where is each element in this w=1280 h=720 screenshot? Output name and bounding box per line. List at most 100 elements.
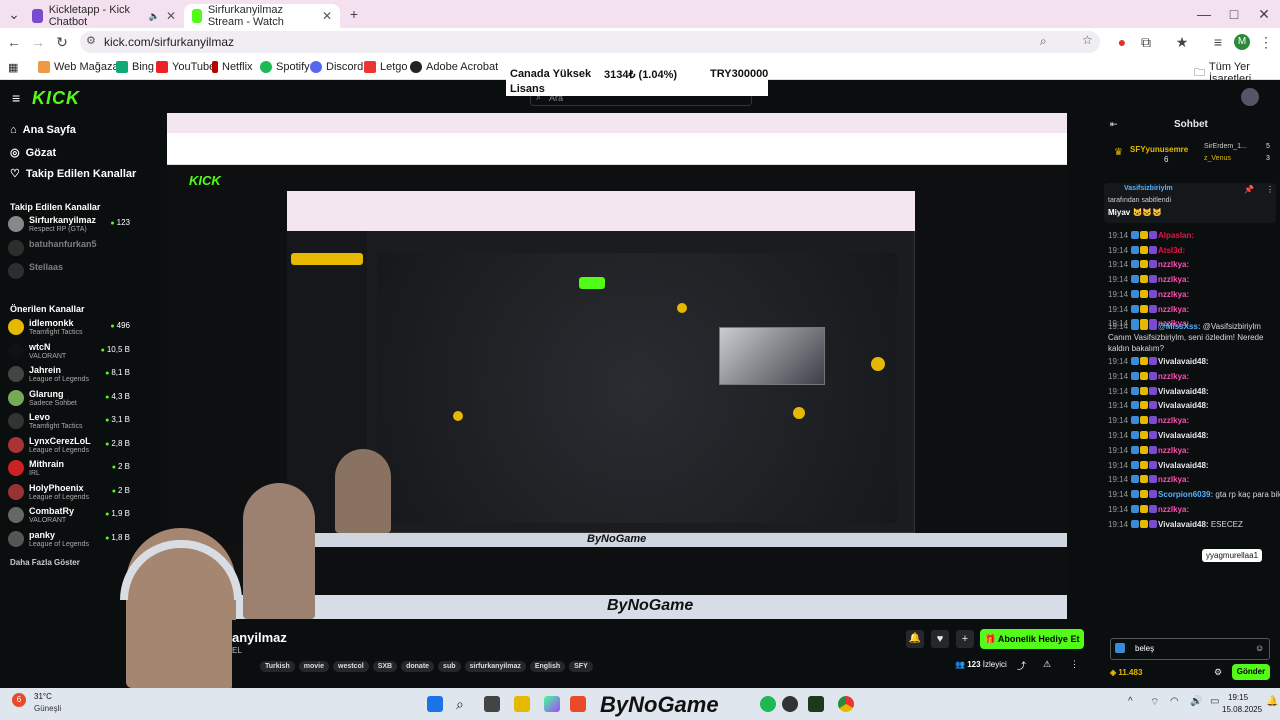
channel-item[interactable]: LevoTeamfight Tactics 3,1 B	[8, 411, 130, 433]
channel-item[interactable]: SirfurkanyilmazRespect RP (GTA) 123	[8, 214, 130, 236]
tab-kicklet[interactable]: Kickletapp - Kick Chatbot 🔈 ✕	[24, 4, 184, 28]
puzzle-icon[interactable]: ⧉	[1138, 34, 1154, 50]
copilot-icon[interactable]	[544, 696, 560, 712]
stream-tag[interactable]: SFY	[569, 661, 593, 672]
pin-icon[interactable]: 📌	[1244, 185, 1254, 194]
stream-tag[interactable]: donate	[401, 661, 435, 672]
channel-item[interactable]: MithrainIRL 2 B	[8, 458, 130, 480]
nav-following[interactable]: ♡ Takip Edilen Kanallar	[10, 167, 136, 181]
message-user[interactable]: nzzlkya:	[1158, 372, 1189, 381]
message-user[interactable]: nzzlkya:	[1158, 305, 1189, 314]
stream-tag[interactable]: Turkish	[260, 661, 295, 672]
message-user[interactable]: nzzlkya:	[1158, 475, 1189, 484]
channel-item[interactable]: HolyPhoenixLeague of Legends 2 B	[8, 482, 130, 504]
wifi-icon[interactable]: ◠	[1170, 696, 1179, 707]
chat-message[interactable]: 19:14 Alpaslan:	[1108, 231, 1194, 240]
message-user[interactable]: nzzlkya:	[1158, 505, 1189, 514]
send-button[interactable]: Gönder	[1232, 664, 1270, 680]
clock-date[interactable]: 15.08.2025	[1222, 705, 1262, 714]
app-icon[interactable]	[570, 696, 586, 712]
apps-icon[interactable]: ▦	[8, 61, 18, 74]
bookmark-bing[interactable]: Bing	[116, 61, 154, 73]
message-user[interactable]: nzzlkya:	[1158, 260, 1189, 269]
channel-item[interactable]: wtcNVALORANT 10,5 B	[8, 341, 130, 363]
bookmark-star-icon[interactable]: ★	[1174, 34, 1190, 50]
site-info-icon[interactable]: ⚙	[86, 34, 96, 47]
bookmark-youtube[interactable]: YouTube	[156, 61, 215, 73]
zoom-icon[interactable]: ⌕	[1040, 34, 1047, 49]
chat-settings-icon[interactable]: ⚙	[1214, 667, 1222, 678]
channel-item[interactable]: Stellaas	[8, 261, 130, 283]
clock-time[interactable]: 19:15	[1228, 693, 1248, 702]
close-window-icon[interactable]: ✕	[1256, 6, 1272, 22]
game-taskbar-icon[interactable]	[782, 696, 798, 712]
tab-menu-icon[interactable]: ⌄	[6, 6, 22, 22]
battery-icon[interactable]: ▭	[1210, 696, 1219, 707]
network-icon[interactable]: ⌔	[1150, 696, 1159, 709]
message-user[interactable]: nzzlkya:	[1158, 275, 1189, 284]
video-player[interactable]: KICK KICKLET ByNoGame ByNoGame	[167, 113, 1067, 619]
stream-tag[interactable]: westcol	[333, 661, 369, 672]
minimize-icon[interactable]: —	[1196, 6, 1212, 22]
pinned-more-icon[interactable]: ⋮	[1266, 185, 1274, 194]
chat-message[interactable]: 19:14 nzzlkya:	[1108, 304, 1189, 314]
reload-icon[interactable]: ↻	[54, 34, 70, 50]
user-avatar[interactable]	[1241, 88, 1259, 106]
star-icon[interactable]: ☆	[1082, 33, 1093, 47]
bell-icon[interactable]: 🔔	[906, 630, 924, 648]
chat-message[interactable]: 19:14 Vivalavaid48:	[1108, 357, 1209, 366]
chat-message[interactable]: 19:14 Vivalavaid48:	[1108, 401, 1209, 410]
reading-list-icon[interactable]: ≡	[1210, 34, 1226, 50]
tray-chevron-icon[interactable]: ^	[1128, 696, 1133, 707]
profile-avatar[interactable]: M	[1234, 34, 1250, 50]
nav-browse[interactable]: ◎ Gözat	[10, 146, 56, 160]
channel-item[interactable]: GlarungSadece Sohbet 4,3 B	[8, 388, 130, 410]
notification-bell-icon[interactable]: 🔔	[1266, 696, 1278, 707]
message-user[interactable]: nzzlkya:	[1158, 290, 1189, 299]
report-icon[interactable]: ⚠	[1043, 659, 1051, 670]
search-taskbar-icon[interactable]: ⌕	[456, 696, 472, 712]
chat-message[interactable]: 19:14 @MissXss: @Vasifsizbiriylm Canım Va…	[1108, 321, 1276, 354]
message-user[interactable]: nzzlkya:	[1158, 416, 1189, 425]
chat-message[interactable]: 19:14 Vivalavaid48:	[1108, 431, 1209, 440]
kebab-menu-icon[interactable]: ⋮	[1258, 34, 1274, 50]
chat-message[interactable]: 19:14 Vivalavaid48:	[1108, 460, 1209, 470]
bookmark-acrobat[interactable]: Adobe Acrobat	[410, 61, 498, 73]
bookmark-letgo[interactable]: Letgo	[364, 61, 408, 73]
close-tab-icon[interactable]: ✕	[322, 9, 332, 23]
stream-tag[interactable]: sirfurkanyilmaz	[464, 661, 526, 672]
message-user[interactable]: Vivalavaid48:	[1158, 431, 1209, 440]
message-user[interactable]: Vivalavaid48:	[1158, 461, 1209, 470]
emote-icon[interactable]	[1115, 643, 1125, 653]
stream-tag[interactable]: sub	[438, 661, 461, 672]
show-more-button[interactable]: Daha Fazla Göster	[10, 558, 80, 567]
chat-message[interactable]: 19:14 Atsl3d:	[1108, 245, 1185, 255]
chat-message[interactable]: 19:14 Vivalavaid48:	[1108, 386, 1209, 396]
chat-message[interactable]: 19:14 nzzlkya:	[1108, 445, 1189, 455]
emoji-icon[interactable]: ☺	[1255, 643, 1264, 653]
tab-kick-stream[interactable]: Sirfurkanyilmaz Stream - Watch ✕	[184, 4, 340, 28]
channel-item[interactable]: CombatRyVALORANT 1,9 B	[8, 505, 130, 527]
file-explorer-icon[interactable]	[514, 696, 530, 712]
chat-message[interactable]: 19:14 Scorpion6039: gta rp kaç para bilen…	[1108, 490, 1280, 499]
stream-tag[interactable]: movie	[298, 661, 329, 672]
terminal-taskbar-icon[interactable]	[808, 696, 824, 712]
gift-subscription-button[interactable]: 🎁 Abonelik Hediye Et	[980, 629, 1084, 649]
share-icon[interactable]: ⤴	[1017, 659, 1026, 672]
chat-message[interactable]: 19:14 nzzlkya:	[1108, 475, 1189, 484]
windows-start-icon[interactable]	[427, 696, 443, 712]
channel-item[interactable]: batuhanfurkan5	[8, 238, 130, 260]
message-user[interactable]: Vivalavaid48:	[1158, 387, 1209, 396]
message-user[interactable]: Atsl3d:	[1158, 246, 1185, 255]
chat-message[interactable]: 19:14 nzzlkya:	[1108, 416, 1189, 425]
chat-message[interactable]: 19:14 nzzlkya:	[1108, 371, 1189, 381]
message-user[interactable]: Vivalavaid48:	[1158, 401, 1209, 410]
bookmark-spotify[interactable]: Spotify	[260, 61, 310, 73]
kick-logo[interactable]: KICK	[32, 88, 80, 109]
chrome-taskbar-icon[interactable]	[838, 696, 854, 712]
channel-item[interactable]: LynxCerezLoLLeague of Legends 2,8 B	[8, 435, 130, 457]
back-icon[interactable]: ←	[6, 34, 22, 50]
extension-icon[interactable]: ●	[1114, 34, 1130, 50]
chat-message[interactable]: 19:14 Vivalavaid48: ESECEZ	[1108, 519, 1243, 529]
message-user[interactable]: Scorpion6039:	[1158, 490, 1213, 499]
